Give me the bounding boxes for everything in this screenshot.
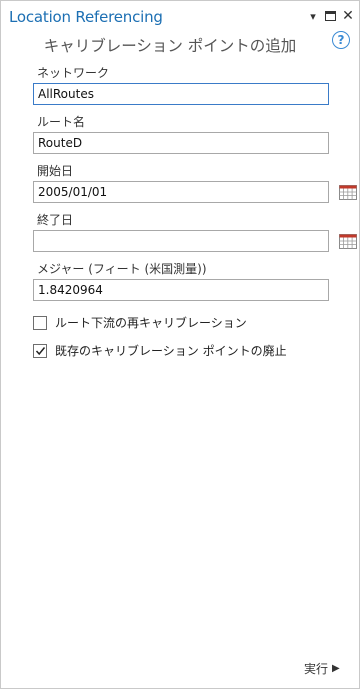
tool-title: キャリブレーション ポイントの追加 <box>43 37 297 55</box>
network-label: ネットワーク <box>37 66 110 80</box>
calendar-icon[interactable] <box>339 233 357 249</box>
end-date-input[interactable] <box>33 230 329 252</box>
play-icon: ▶ <box>332 663 340 674</box>
checkmark-icon[interactable] <box>33 343 47 358</box>
options-dropdown-icon[interactable]: ▾ <box>306 9 320 23</box>
calendar-icon[interactable] <box>339 184 357 200</box>
measure-input[interactable]: 1.8420964 <box>33 279 329 301</box>
start-date-label: 開始日 <box>37 164 74 178</box>
measure-label: メジャー (フィート (米国測量)) <box>37 262 207 276</box>
geoprocessing-pane: Location Referencing ▾ ✕ キャリブレーション ポイントの… <box>0 0 360 689</box>
run-button[interactable]: 実行 ▶ <box>304 660 340 677</box>
close-icon[interactable]: ✕ <box>341 8 355 24</box>
route-name-input[interactable]: RouteD <box>33 132 329 154</box>
start-date-input[interactable]: 2005/01/01 <box>33 181 329 203</box>
retire-existing-label: 既存のキャリブレーション ポイントの廃止 <box>55 344 287 358</box>
end-date-label: 終了日 <box>37 213 74 227</box>
network-input[interactable]: AllRoutes <box>33 83 329 105</box>
pane-title: Location Referencing <box>9 8 163 26</box>
run-label: 実行 <box>304 662 329 676</box>
pane-titlebar: Location Referencing ▾ ✕ <box>1 1 359 31</box>
help-icon[interactable]: ? <box>332 31 350 49</box>
checkbox-unchecked-icon[interactable] <box>33 315 47 330</box>
recalibrate-downstream-label: ルート下流の再キャリブレーション <box>55 316 247 330</box>
route-name-label: ルート名 <box>37 115 86 129</box>
recalibrate-downstream-checkbox[interactable]: ルート下流の再キャリブレーション <box>33 314 247 331</box>
retire-existing-checkbox[interactable]: 既存のキャリブレーション ポイントの廃止 <box>33 342 287 359</box>
maximize-icon[interactable] <box>323 9 337 23</box>
